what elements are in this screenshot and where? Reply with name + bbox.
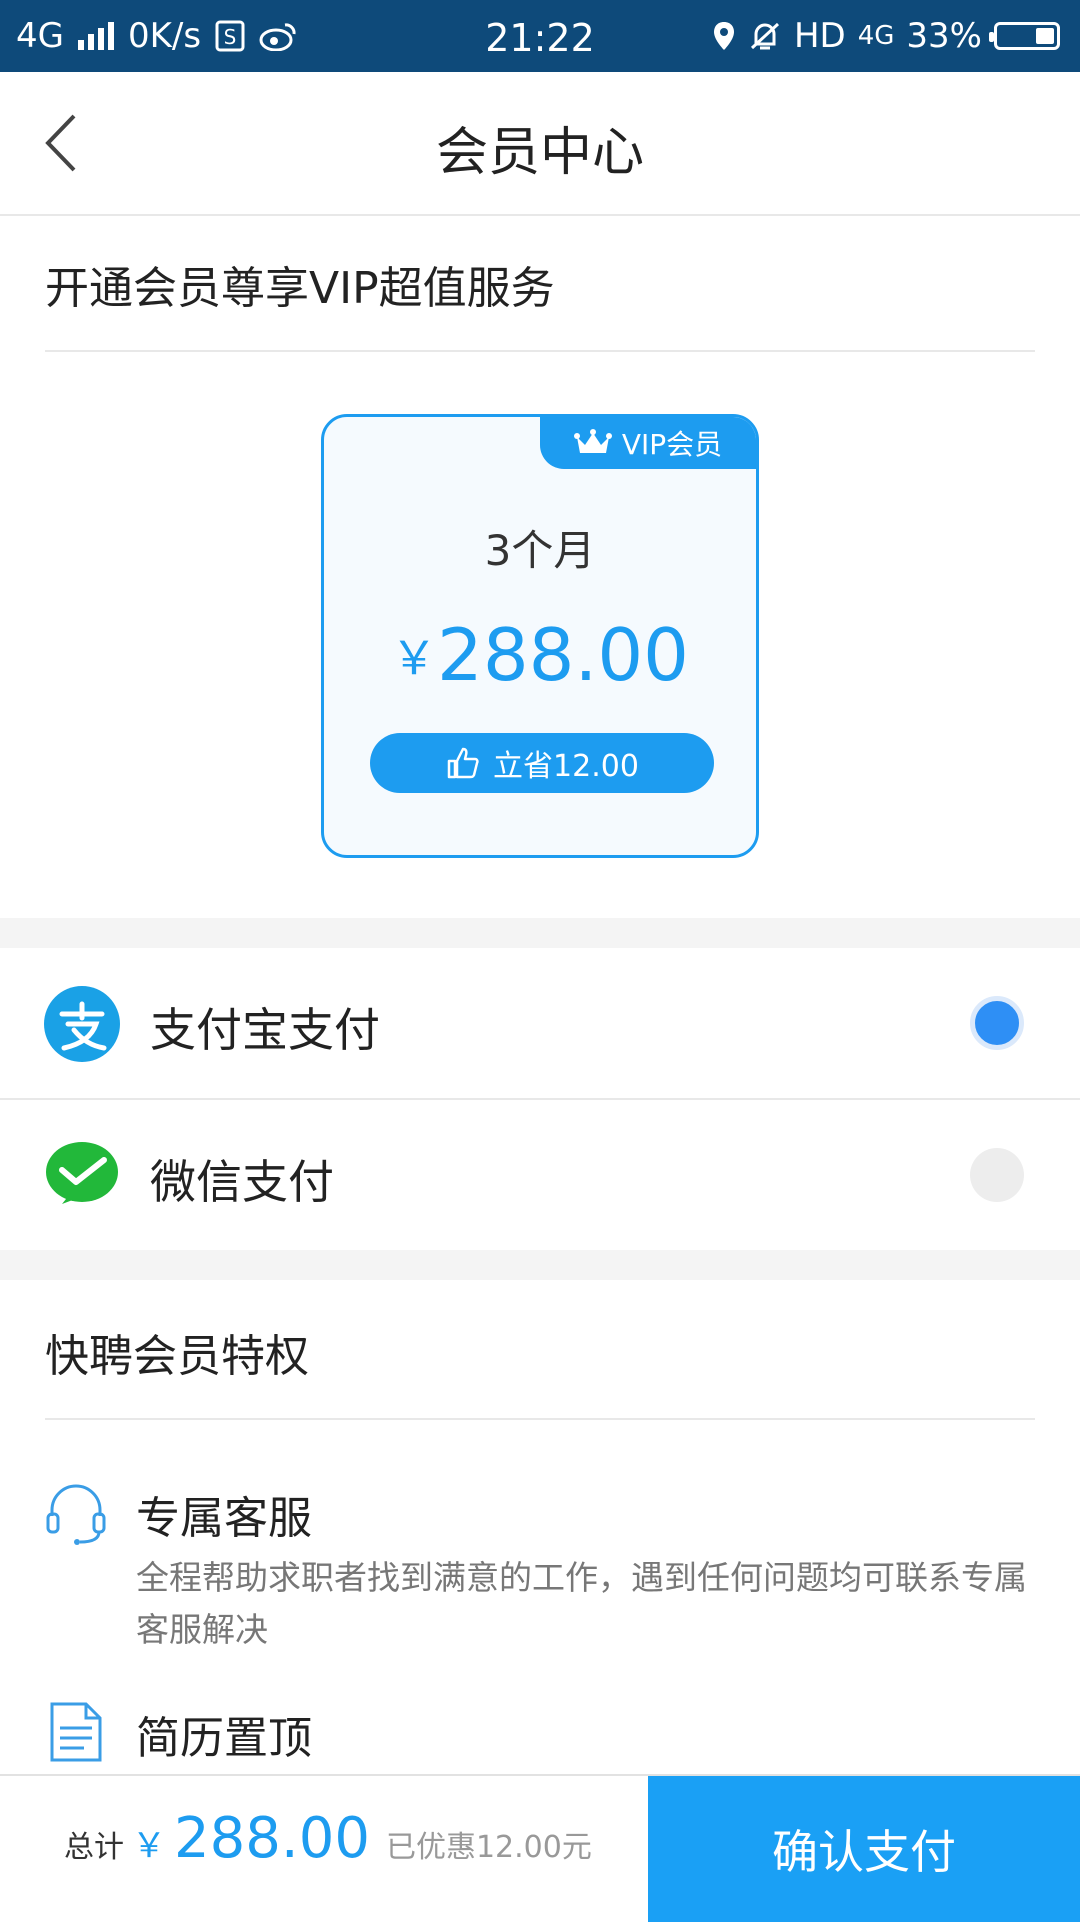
plan-period: 3个月 xyxy=(484,526,596,575)
payment-option-wechat[interactable]: 微信支付 xyxy=(0,1100,1080,1250)
wechat-icon xyxy=(46,1142,118,1204)
payment-label: 支付宝支付 xyxy=(150,1003,380,1057)
plan-price: ￥288.00 xyxy=(324,613,756,697)
perk-name: 简历置顶 xyxy=(136,1713,312,1764)
total-label: 总计 xyxy=(64,1830,124,1865)
intro-text: 开通会员尊享VIP超值服务 xyxy=(45,263,555,314)
page-title: 会员中心 xyxy=(435,123,644,183)
total-currency: ￥ xyxy=(132,1826,166,1866)
confirm-pay-button[interactable]: 确认支付 xyxy=(648,1776,1080,1922)
location-icon xyxy=(713,22,734,50)
battery-label: 33% xyxy=(906,16,982,56)
nav-header: 会员中心 xyxy=(0,72,1080,216)
battery-icon xyxy=(989,22,1060,50)
crown-icon xyxy=(573,429,612,453)
plan-card[interactable]: VIP会员 3个月 ￥288.00 立省12.00 xyxy=(321,414,759,858)
save-badge: 立省12.00 xyxy=(370,733,714,793)
plan-currency: ￥ xyxy=(391,631,438,685)
perks-title: 快聘会员特权 xyxy=(45,1331,309,1382)
status-right: HD 4G 33% xyxy=(712,16,1060,56)
divider xyxy=(45,1418,1035,1420)
divider xyxy=(45,350,1035,352)
mute-icon xyxy=(750,22,779,50)
section-gap xyxy=(0,1250,1080,1280)
thumbs-up-icon xyxy=(447,747,479,779)
save-label: 立省12.00 xyxy=(493,749,639,784)
status-bar: 4G 0K/s S 21:22 HD 4G 33% xyxy=(0,0,1080,72)
vip-tag: VIP会员 xyxy=(540,417,756,469)
perk-name: 专属客服 xyxy=(136,1493,312,1544)
payment-option-alipay[interactable]: 支付宝支付 xyxy=(0,948,1080,1098)
payment-label: 微信支付 xyxy=(150,1155,334,1209)
checkout-bar: 总计 ￥ 288.00 已优惠12.00元 确认支付 xyxy=(0,1774,1080,1922)
total-amount: 288.00 xyxy=(174,1806,370,1871)
total-summary: 总计 ￥ 288.00 已优惠12.00元 xyxy=(64,1806,592,1871)
plan-amount: 288.00 xyxy=(437,613,689,697)
hd-label: HD xyxy=(793,16,846,56)
document-icon xyxy=(50,1702,102,1762)
vip-tag-label: VIP会员 xyxy=(621,428,723,461)
radio-selected[interactable] xyxy=(970,996,1024,1050)
nettype-label: 4G xyxy=(857,21,895,51)
headset-icon xyxy=(46,1484,106,1545)
discount-label: 已优惠12.00元 xyxy=(385,1830,592,1865)
perk-desc: 全程帮助求职者找到满意的工作，遇到任何问题均可联系专属客服解决 xyxy=(136,1558,1027,1649)
section-gap xyxy=(0,918,1080,948)
alipay-icon xyxy=(44,986,120,1062)
radio-unselected[interactable] xyxy=(970,1148,1024,1202)
